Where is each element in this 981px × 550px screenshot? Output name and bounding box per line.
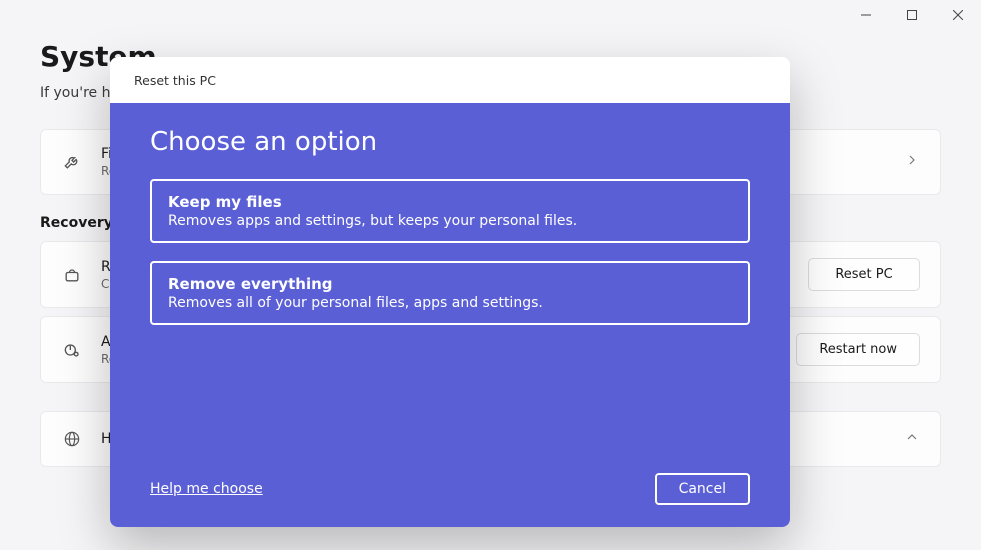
minimize-button[interactable] [843, 0, 889, 30]
option-title: Keep my files [168, 193, 732, 211]
power-gear-icon [61, 339, 83, 361]
wrench-icon [61, 151, 83, 173]
title-bar [0, 0, 981, 32]
maximize-button[interactable] [889, 0, 935, 30]
reset-icon [61, 264, 83, 286]
restart-now-button[interactable]: Restart now [796, 333, 920, 366]
cancel-button[interactable]: Cancel [655, 473, 750, 505]
option-keep-my-files[interactable]: Keep my files Removes apps and settings,… [150, 179, 750, 243]
reset-this-pc-dialog: Reset this PC Choose an option Keep my f… [110, 57, 790, 527]
help-me-choose-link[interactable]: Help me choose [150, 481, 263, 497]
dialog-title: Choose an option [150, 127, 750, 157]
option-remove-everything[interactable]: Remove everything Removes all of your pe… [150, 261, 750, 325]
close-button[interactable] [935, 0, 981, 30]
chevron-up-icon [904, 429, 920, 449]
reset-pc-button[interactable]: Reset PC [808, 258, 920, 291]
option-desc: Removes all of your personal files, apps… [168, 295, 732, 311]
option-desc: Removes apps and settings, but keeps you… [168, 213, 732, 229]
dialog-header: Reset this PC [110, 57, 790, 103]
globe-icon [61, 428, 83, 450]
option-title: Remove everything [168, 275, 732, 293]
chevron-right-icon [904, 152, 920, 172]
